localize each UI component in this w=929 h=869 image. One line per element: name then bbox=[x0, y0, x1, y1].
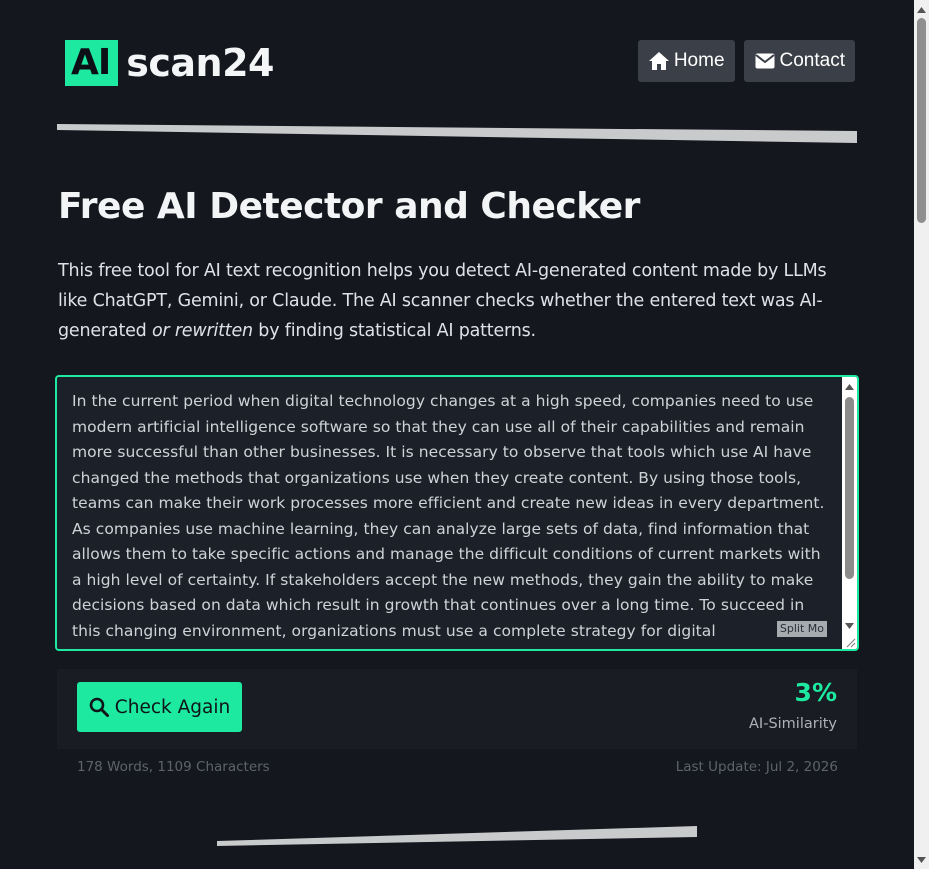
page-scroll-up-icon[interactable] bbox=[914, 2, 929, 17]
textarea-scroll-thumb[interactable] bbox=[845, 397, 854, 579]
ai-similarity-score: 3% bbox=[794, 678, 837, 707]
intro-part-2: by finding statistical AI patterns. bbox=[252, 321, 536, 341]
scroll-up-icon[interactable] bbox=[842, 379, 857, 394]
input-text[interactable]: In the current period when digital techn… bbox=[72, 389, 832, 649]
envelope-icon bbox=[754, 50, 776, 72]
page-title: Free AI Detector and Checker bbox=[58, 186, 640, 227]
home-button[interactable]: Home bbox=[637, 40, 735, 82]
home-icon bbox=[648, 50, 670, 72]
result-panel: Check Again 3% AI-Similarity bbox=[57, 669, 857, 749]
intro-text: This free tool for AI text recognition h… bbox=[58, 256, 858, 346]
top-nav: Home Contact bbox=[637, 40, 855, 82]
page: AI scan24 Home Contact Free AI Detector bbox=[0, 0, 914, 869]
check-again-label: Check Again bbox=[114, 696, 231, 718]
contact-button[interactable]: Contact bbox=[743, 40, 855, 82]
overlay-tag[interactable]: Split Mo bbox=[776, 621, 827, 637]
footer-divider bbox=[217, 826, 697, 846]
site-logo[interactable]: AI scan24 bbox=[65, 40, 274, 86]
check-again-button[interactable]: Check Again bbox=[77, 682, 242, 732]
page-scroll-thumb[interactable] bbox=[917, 18, 926, 223]
textarea-scrollbar[interactable] bbox=[842, 377, 857, 649]
ai-similarity-label: AI-Similarity bbox=[749, 716, 837, 732]
intro-emphasis: or rewritten bbox=[151, 321, 253, 341]
scroll-down-icon[interactable] bbox=[842, 618, 857, 633]
logo-mark: AI bbox=[65, 40, 119, 86]
text-input-area[interactable]: In the current period when digital techn… bbox=[55, 375, 859, 651]
resize-grip-icon[interactable] bbox=[844, 636, 856, 648]
contact-label: Contact bbox=[779, 50, 845, 71]
page-scrollbar[interactable] bbox=[914, 0, 929, 869]
header-divider bbox=[57, 124, 857, 143]
word-char-count: 178 Words, 1109 Characters bbox=[77, 759, 270, 775]
last-update: Last Update: Jul 2, 2026 bbox=[675, 759, 838, 775]
page-scroll-down-icon[interactable] bbox=[914, 852, 929, 867]
home-label: Home bbox=[673, 50, 725, 71]
search-icon bbox=[89, 697, 109, 717]
logo-text: scan24 bbox=[126, 41, 274, 85]
